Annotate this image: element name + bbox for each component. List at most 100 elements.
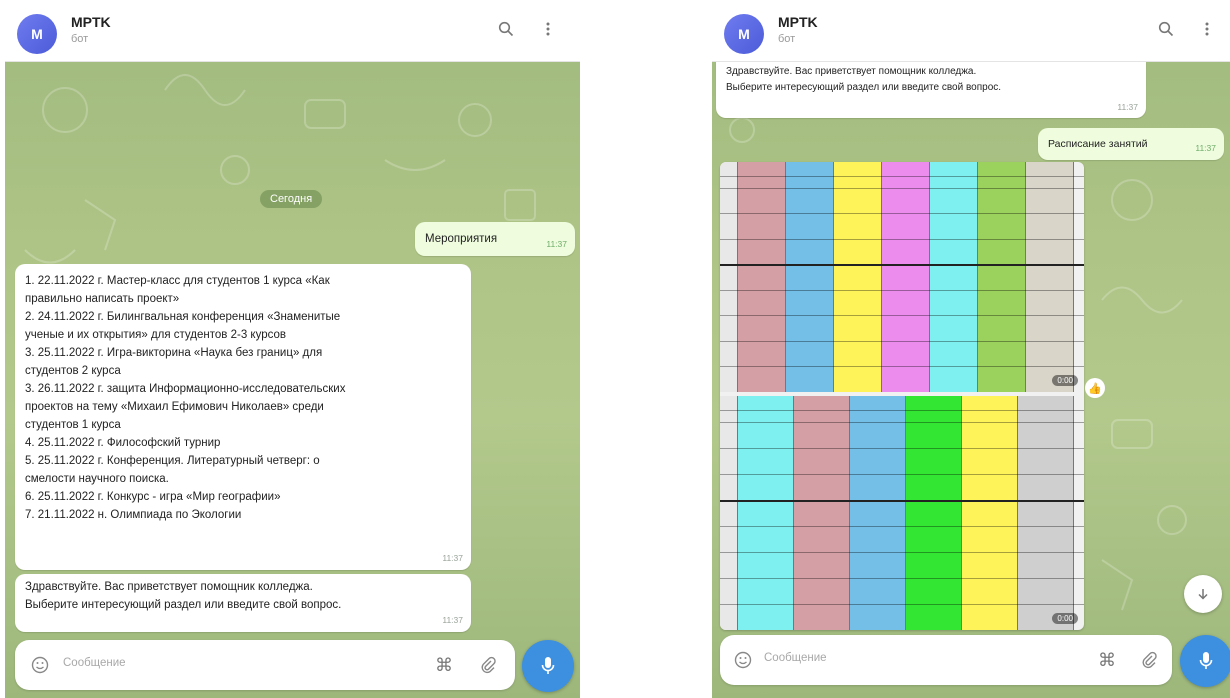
greeting-message[interactable]: Здравствуйте. Вас приветствует помощник …	[15, 574, 471, 632]
schedule-row-divider	[720, 500, 1084, 502]
media-duration-badge: 0:00	[1052, 375, 1078, 386]
outgoing-message[interactable]: Расписание занятий 11:37	[1038, 128, 1224, 160]
bot-avatar[interactable]: M	[17, 14, 57, 54]
schedule-row-divider	[720, 422, 1084, 423]
schedule-column	[720, 162, 738, 392]
arrow-down-icon	[1198, 589, 1208, 600]
scroll-down-button[interactable]	[1184, 575, 1222, 613]
schedule-row-divider	[720, 238, 1084, 240]
schedule-row-divider	[720, 289, 1084, 291]
schedule-row-divider	[720, 474, 1084, 475]
more-menu-icon[interactable]	[1196, 18, 1218, 40]
text-line: студентов 2 курса	[25, 365, 121, 377]
message-time: 11:37	[1117, 102, 1138, 112]
outgoing-message[interactable]: Мероприятия 11:37	[415, 222, 575, 256]
schedule-column	[794, 396, 850, 630]
text-line: правильно написать проект»	[25, 293, 180, 305]
search-icon[interactable]	[1155, 18, 1177, 40]
schedule-column	[738, 162, 786, 392]
message-time: 11:37	[442, 553, 463, 563]
text-line: 6. 25.11.2022 г. Конкурс - игра «Мир гео…	[25, 491, 281, 503]
media-duration-badge: 0:00	[1052, 613, 1078, 624]
schedule-column	[786, 162, 834, 392]
emoji-icon[interactable]	[29, 654, 51, 676]
attach-icon[interactable]	[1138, 649, 1160, 671]
right-chat-screen: M MPTK бот Здравствуйте. Вас приветствуе…	[712, 0, 1230, 698]
chat-header[interactable]: M MPTK бот	[5, 0, 580, 62]
schedule-column	[720, 396, 738, 630]
schedule-row-divider	[720, 604, 1084, 605]
attach-icon[interactable]	[477, 654, 499, 676]
schedule-row-divider	[720, 552, 1084, 553]
schedule-column	[1026, 162, 1074, 392]
schedule-column	[978, 162, 1026, 392]
message-text: Расписание занятий	[1048, 138, 1148, 150]
text-line: 4. 25.11.2022 г. Философский турнир	[25, 437, 221, 449]
search-icon[interactable]	[495, 18, 517, 40]
greeting-text: Здравствуйте. Вас приветствует помощник …	[726, 64, 1136, 96]
events-message[interactable]: 1. 22.11.2022 г. Мастер-класс для студен…	[15, 264, 471, 570]
schedule-header-divider	[720, 176, 1084, 177]
text-line: студентов 1 курса	[25, 419, 121, 431]
more-menu-icon[interactable]	[537, 18, 559, 40]
text-line: смелости научного поиска.	[25, 473, 169, 485]
schedule-column	[834, 162, 882, 392]
schedule-image-1[interactable]: 0:00	[720, 162, 1084, 392]
schedule-row-divider	[720, 264, 1084, 267]
events-list: 1. 22.11.2022 г. Мастер-класс для студен…	[25, 272, 461, 524]
schedule-row-divider	[720, 315, 1084, 317]
chat-subtitle: бот	[778, 33, 796, 45]
command-icon[interactable]: ⌘	[433, 654, 455, 676]
chat-subtitle: бот	[71, 33, 89, 45]
schedule-row-divider	[720, 187, 1084, 189]
text-line: 3. 25.11.2022 г. Игра-викторина «Наука б…	[25, 347, 323, 359]
schedule-row-divider	[720, 526, 1084, 527]
bot-avatar[interactable]: M	[724, 14, 764, 54]
schedule-row-divider	[720, 578, 1084, 579]
text-line: 7. 21.11.2022 н. Олимпиада по Экологии	[25, 509, 242, 521]
schedule-column	[906, 396, 962, 630]
chat-header[interactable]: M MPTK бот	[712, 0, 1230, 62]
text-line: проектов на тему «Михаил Ефимович Никола…	[25, 401, 324, 413]
schedule-column	[1018, 396, 1074, 630]
text-line: 2. 24.11.2022 г. Билингвальная конференц…	[25, 311, 341, 323]
text-line: ученые и их открытия» для студентов 2-3 …	[25, 329, 286, 341]
text-line: Здравствуйте. Вас приветствует помощник …	[726, 66, 977, 77]
message-input-bar[interactable]: Сообщение ⌘	[15, 640, 515, 690]
microphone-button[interactable]	[522, 640, 574, 692]
message-input[interactable]: Сообщение	[764, 652, 827, 664]
message-time: 11:37	[442, 615, 463, 625]
microphone-button[interactable]	[1180, 635, 1230, 687]
schedule-column	[930, 162, 978, 392]
schedule-column	[850, 396, 906, 630]
text-line: Здравствуйте. Вас приветствует помощник …	[25, 581, 313, 593]
schedule-row-divider	[720, 340, 1084, 342]
chat-title: MPTK	[71, 14, 111, 30]
schedule-album[interactable]: 0:00 0:00	[720, 162, 1084, 630]
message-input[interactable]: Сообщение	[63, 657, 126, 669]
text-line: 3. 26.11.2022 г. защита Информационно-ис…	[25, 383, 346, 395]
schedule-row-divider	[720, 448, 1084, 449]
message-time: 11:37	[546, 239, 567, 249]
greeting-text: Здравствуйте. Вас приветствует помощник …	[25, 578, 461, 614]
message-time: 11:37	[1195, 143, 1216, 153]
reaction-thumbs-up-icon[interactable]: 👍	[1085, 378, 1105, 398]
message-text: Мероприятия	[425, 233, 498, 245]
text-line: Выберите интересующий раздел или введите…	[726, 82, 1002, 93]
chat-title: MPTK	[778, 14, 818, 30]
text-line: Выберите интересующий раздел или введите…	[25, 599, 342, 611]
schedule-column	[738, 396, 794, 630]
greeting-message[interactable]: Здравствуйте. Вас приветствует помощник …	[716, 62, 1146, 118]
date-separator: Сегодня	[260, 190, 323, 208]
message-input-bar[interactable]: Сообщение ⌘	[720, 635, 1172, 685]
schedule-header-divider	[720, 410, 1084, 411]
text-line: 1. 22.11.2022 г. Мастер-класс для студен…	[25, 275, 330, 287]
schedule-column	[882, 162, 930, 392]
text-line: 5. 25.11.2022 г. Конференция. Литературн…	[25, 455, 320, 467]
schedule-row-divider	[720, 213, 1084, 215]
schedule-image-2[interactable]: 0:00	[720, 396, 1084, 630]
schedule-row-divider	[720, 366, 1084, 368]
emoji-icon[interactable]	[732, 649, 754, 671]
command-icon[interactable]: ⌘	[1096, 649, 1118, 671]
left-chat-screen: M MPTK бот Сегодня Мероприятия 11:37 1. …	[5, 0, 580, 698]
